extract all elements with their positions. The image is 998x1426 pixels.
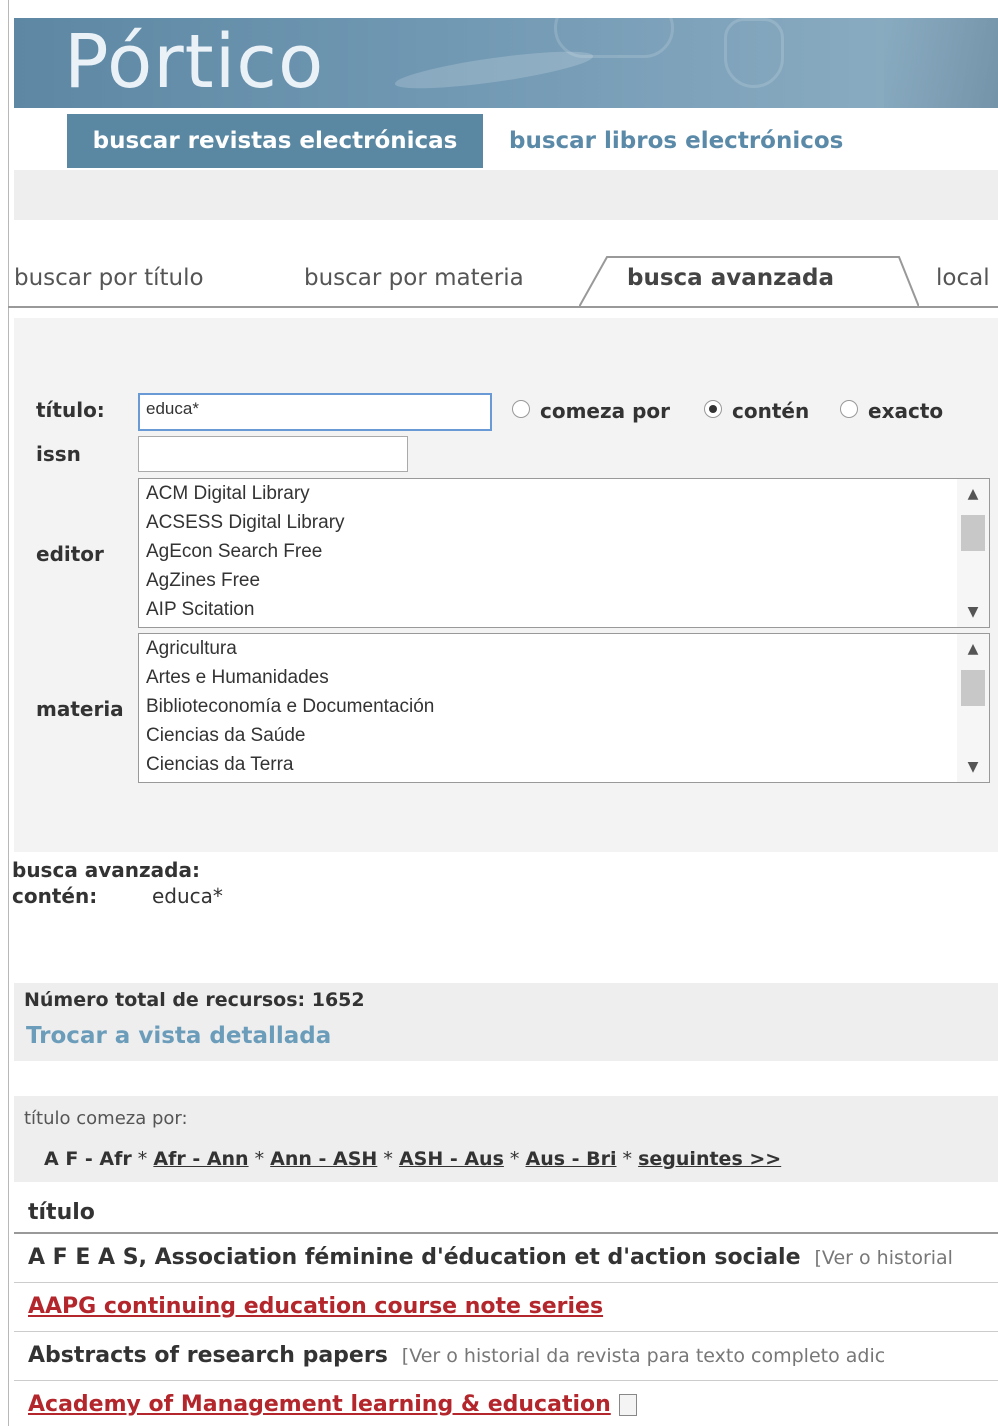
radio-conten[interactable] <box>704 400 722 418</box>
radio-comeza-por-label[interactable]: comeza por <box>540 399 670 423</box>
document-icon[interactable] <box>618 1394 637 1416</box>
tab-busca-avanzada[interactable]: busca avanzada <box>579 255 919 313</box>
materia-option[interactable]: Agricultura <box>139 634 989 663</box>
editor-option[interactable]: AgZines Free <box>139 566 989 595</box>
banner-emblem-graphic <box>724 18 784 88</box>
summary-value: educa* <box>152 884 223 908</box>
tab-buscar-libros[interactable]: buscar libros electrónicos <box>509 114 843 168</box>
issn-input[interactable] <box>138 436 408 472</box>
radio-exacto-label[interactable]: exacto <box>868 399 943 423</box>
journal-title[interactable]: Abstracts of research papers <box>28 1343 388 1368</box>
scroll-up-icon[interactable]: ▲ <box>957 634 989 664</box>
table-row: AAPG continuing education course note se… <box>14 1283 998 1332</box>
editor-option[interactable]: ACM Digital Library <box>139 479 989 508</box>
alpha-range-link[interactable]: Afr - Ann <box>153 1148 248 1170</box>
summary-key: contén: <box>12 884 98 908</box>
materia-option[interactable]: Ciencias da Terra <box>139 750 989 779</box>
journal-title-link[interactable]: AAPG continuing education course note se… <box>28 1294 603 1319</box>
materia-select[interactable]: Agricultura Artes e Humanidades Bibliote… <box>138 633 990 783</box>
alpha-range-link[interactable]: Aus - Bri <box>525 1148 616 1170</box>
editor-label: editor <box>36 542 104 566</box>
materia-scrollbar[interactable]: ▲ ▼ <box>957 634 989 782</box>
alphabetical-index: título comeza por: A F - Afr * Afr - Ann… <box>14 1096 998 1182</box>
editor-select[interactable]: ACM Digital Library ACSESS Digital Libra… <box>138 478 990 628</box>
alpha-label: título comeza por: <box>24 1108 188 1129</box>
editor-option[interactable]: ACSESS Digital Library <box>139 508 989 537</box>
editor-option[interactable]: AgEcon Search Free <box>139 537 989 566</box>
banner-decoration <box>393 44 595 96</box>
radio-comeza-por[interactable] <box>512 400 530 418</box>
alpha-range-link[interactable]: ASH - Aus <box>399 1148 504 1170</box>
top-navigation: buscar revistas electrónicas buscar libr… <box>14 108 998 170</box>
scroll-up-icon[interactable]: ▲ <box>957 479 989 509</box>
table-row: Abstracts of research papers [Ver o histo… <box>14 1332 998 1381</box>
tab-buscar-por-materia[interactable]: buscar por materia <box>304 265 524 291</box>
tab-buscar-por-titulo[interactable]: buscar por título <box>14 265 204 291</box>
materia-option[interactable]: Biblioteconomía e Documentación <box>139 692 989 721</box>
total-resources: Número total de recursos: 1652 <box>24 989 365 1011</box>
scroll-thumb[interactable] <box>961 670 985 706</box>
history-link[interactable]: [Ver o historial <box>815 1247 953 1269</box>
radio-exacto[interactable] <box>840 400 858 418</box>
radio-conten-label[interactable]: contén <box>732 399 809 423</box>
materia-option[interactable]: Artes e Humanidades <box>139 663 989 692</box>
alpha-current-range: A F - Afr <box>44 1148 132 1170</box>
subnav-band <box>14 170 998 220</box>
tabs-underline <box>8 306 998 308</box>
banner-seal-graphic <box>554 18 674 58</box>
summary-criteria: contén: educa* <box>12 884 223 908</box>
history-link[interactable]: [Ver o historial da revista para texto c… <box>402 1345 885 1367</box>
summary-heading: busca avanzada: <box>12 858 200 882</box>
tab-local[interactable]: local <box>936 265 990 291</box>
journal-title[interactable]: A F E A S, Association féminine d'éducat… <box>28 1245 801 1270</box>
detailed-view-link[interactable]: Trocar a vista detallada <box>26 1023 331 1049</box>
titulo-input[interactable]: educa* <box>138 393 492 431</box>
site-logo[interactable]: Pórtico <box>64 20 324 104</box>
tab-busca-avanzada-label: busca avanzada <box>627 265 834 291</box>
table-row: A F E A S, Association féminine d'éducat… <box>14 1234 998 1283</box>
results-header-title[interactable]: título <box>14 1194 998 1234</box>
materia-option[interactable]: Ciencias da Saúde <box>139 721 989 750</box>
issn-label: issn <box>36 442 81 466</box>
table-row: Academy of Management learning & educati… <box>14 1381 998 1426</box>
materia-label: materia <box>36 697 124 721</box>
search-summary: busca avanzada: contén: educa* <box>12 858 223 908</box>
titulo-label: título: <box>36 398 105 422</box>
scroll-down-icon[interactable]: ▼ <box>957 597 989 627</box>
search-tabs: buscar por título buscar por materia bus… <box>14 255 998 313</box>
alpha-ranges: A F - Afr * Afr - Ann * Ann - ASH * ASH … <box>44 1148 782 1170</box>
editor-scrollbar[interactable]: ▲ ▼ <box>957 479 989 627</box>
editor-option[interactable]: AIP Scitation <box>139 595 989 624</box>
results-total-box: Número total de recursos: 1652 Trocar a … <box>14 983 998 1061</box>
results-table: título A F E A S, Association féminine d… <box>14 1194 998 1426</box>
tab-buscar-revistas[interactable]: buscar revistas electrónicas <box>67 114 483 168</box>
banner-shade <box>884 18 998 108</box>
site-banner: Pórtico <box>14 18 998 108</box>
next-link[interactable]: seguintes >> <box>638 1148 781 1170</box>
scroll-down-icon[interactable]: ▼ <box>957 752 989 782</box>
journal-title-link[interactable]: Academy of Management learning & educati… <box>28 1392 611 1417</box>
page-left-border <box>8 0 9 1426</box>
alpha-range-link[interactable]: Ann - ASH <box>270 1148 377 1170</box>
scroll-thumb[interactable] <box>961 515 985 551</box>
